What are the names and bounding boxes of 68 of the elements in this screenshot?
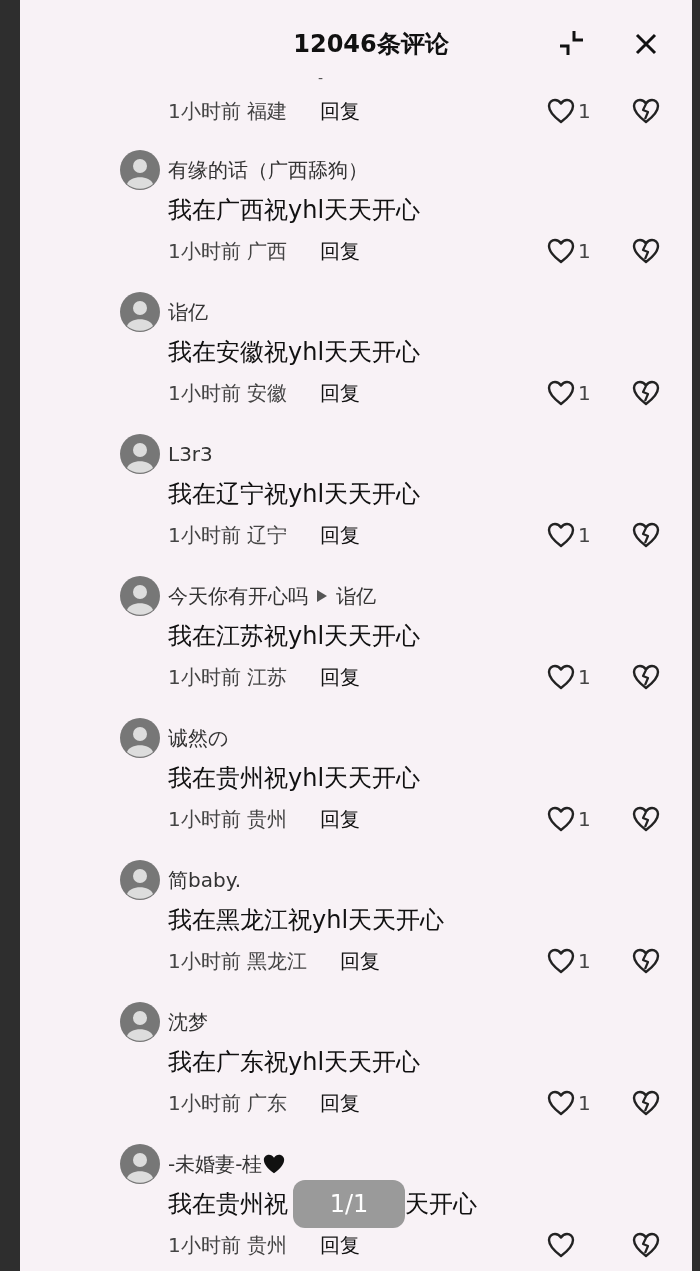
collapse-icon[interactable] <box>558 30 584 56</box>
comment-time-location: 1小时前 福建 <box>168 98 288 125</box>
comment-text: 我在贵州祝yhl天天开心 <box>168 763 421 794</box>
heart-icon[interactable] <box>547 1232 575 1258</box>
broken-heart-icon[interactable] <box>632 238 660 264</box>
comment-time-location: 1小时前 黑龙江 <box>168 948 308 975</box>
comment-text: 我在广东祝yhl天天开心 <box>168 1047 421 1078</box>
like-count: 1 <box>578 522 591 549</box>
reply-link[interactable]: 回复 <box>340 946 381 976</box>
comment-time-location: 1小时前 贵州 <box>168 806 288 833</box>
like-count: 1 <box>578 380 591 407</box>
play-triangle-icon <box>316 589 328 603</box>
broken-heart-icon[interactable] <box>632 1090 660 1116</box>
reply-link[interactable]: 回复 <box>320 804 361 834</box>
like-count: 1 <box>578 238 591 265</box>
username[interactable]: 诣亿 <box>168 297 208 327</box>
heart-icon[interactable] <box>547 238 575 264</box>
comment-time-location: 1小时前 江苏 <box>168 664 288 691</box>
comment-time-location: 1小时前 辽宁 <box>168 522 288 549</box>
comment-text: 天开心 <box>405 1189 477 1220</box>
comment-text: 我在贵州祝 <box>168 1189 288 1220</box>
comment-time-location: 1小时前 安徽 <box>168 380 288 407</box>
reply-link[interactable]: 回复 <box>320 1230 361 1260</box>
comment-time-location: 1小时前 贵州 <box>168 1232 288 1259</box>
comment-text: 我在辽宁祝yhl天天开心 <box>168 479 421 510</box>
heart-icon[interactable] <box>547 664 575 690</box>
username[interactable]: 简baby. <box>168 865 241 895</box>
broken-heart-icon[interactable] <box>632 98 660 124</box>
username[interactable]: L3r3 <box>168 439 213 469</box>
reply-link[interactable]: 回复 <box>320 378 361 408</box>
comment-text: - <box>318 68 324 88</box>
username[interactable]: 诚然の <box>168 723 228 753</box>
broken-heart-icon[interactable] <box>632 806 660 832</box>
username[interactable]: 沈梦 <box>168 1007 208 1037</box>
comment-text: 我在江苏祝yhl天天开心 <box>168 621 421 652</box>
broken-heart-icon[interactable] <box>632 380 660 406</box>
broken-heart-icon[interactable] <box>632 664 660 690</box>
reply-link[interactable]: 回复 <box>320 520 361 550</box>
reply-link[interactable]: 回复 <box>320 662 361 692</box>
username[interactable]: 今天你有开心吗 <box>168 581 308 611</box>
username[interactable]: -未婚妻-桂 <box>168 1149 263 1179</box>
reply-link[interactable]: 回复 <box>320 236 361 266</box>
reply-link[interactable]: 回复 <box>320 96 361 126</box>
comment-time-location: 1小时前 广东 <box>168 1090 288 1117</box>
heart-icon[interactable] <box>547 1090 575 1116</box>
username[interactable]: 有缘的话（广西舔狗） <box>168 155 368 185</box>
reply-link[interactable]: 回复 <box>320 1088 361 1118</box>
close-icon[interactable] <box>635 33 657 55</box>
heart-icon[interactable] <box>547 380 575 406</box>
heart-icon[interactable] <box>547 948 575 974</box>
broken-heart-icon[interactable] <box>632 948 660 974</box>
comment-text: 我在黑龙江祝yhl天天开心 <box>168 905 445 936</box>
heart-icon[interactable] <box>547 806 575 832</box>
page-counter-toast: 1/1 <box>293 1180 405 1228</box>
heart-icon[interactable] <box>547 98 575 124</box>
broken-heart-icon[interactable] <box>632 1232 660 1258</box>
like-count: 1 <box>578 1090 591 1117</box>
comment-count-title: 12046条评论 <box>292 29 449 60</box>
comment-text: 我在安徽祝yhl天天开心 <box>168 337 421 368</box>
reply-to-username[interactable]: 诣亿 <box>336 581 376 611</box>
broken-heart-icon[interactable] <box>632 522 660 548</box>
comment-text: 我在广西祝yhl天天开心 <box>168 195 421 226</box>
like-count: 1 <box>578 806 591 833</box>
comment-time-location: 1小时前 广西 <box>168 238 288 265</box>
like-count: 1 <box>578 664 591 691</box>
like-count: 1 <box>578 98 591 125</box>
heart-icon[interactable] <box>547 522 575 548</box>
like-count: 1 <box>578 948 591 975</box>
